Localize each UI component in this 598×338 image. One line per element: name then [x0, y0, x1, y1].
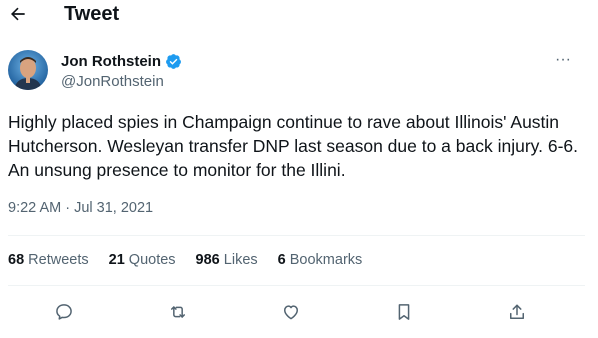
- retweet-button[interactable]: [166, 300, 190, 324]
- reply-button[interactable]: [52, 300, 76, 324]
- more-options-button[interactable]: ···: [551, 50, 575, 70]
- author-name[interactable]: Jon Rothstein: [61, 53, 182, 70]
- more-icon: ···: [555, 51, 571, 68]
- avatar[interactable]: [8, 50, 48, 90]
- back-arrow-icon: [11, 7, 25, 21]
- like-icon: [284, 305, 298, 320]
- page-title: Tweet: [64, 3, 120, 25]
- bookmark-icon: [398, 304, 410, 320]
- stat-quotes[interactable]: 21 Quotes: [109, 252, 176, 268]
- retweet-icon: [171, 306, 185, 318]
- reply-icon: [56, 304, 72, 320]
- stat-label: Quotes: [128, 252, 176, 268]
- share-button[interactable]: [505, 300, 529, 324]
- stat-count: 986: [195, 252, 220, 268]
- tweet-text: Highly placed spies in Champaign continu…: [8, 112, 579, 180]
- top-bar: Tweet: [0, 0, 598, 30]
- verified-badge-icon: [165, 53, 182, 70]
- stat-label: Bookmarks: [289, 252, 363, 268]
- stat-label: Likes: [223, 252, 258, 268]
- share-icon: [510, 304, 524, 319]
- stat-count: 68: [8, 252, 25, 268]
- stat-label: Retweets: [28, 252, 89, 268]
- stat-retweets[interactable]: 68 Retweets: [8, 252, 89, 268]
- divider: [8, 235, 585, 236]
- author-handle[interactable]: @JonRothstein: [61, 73, 164, 90]
- engagement-stats: 68 Retweets 21 Quotes 986 Likes 6 Bookma…: [8, 252, 382, 268]
- stat-count: 21: [108, 252, 125, 268]
- like-button[interactable]: [279, 300, 303, 324]
- stat-bookmarks[interactable]: 6 Bookmarks: [278, 252, 363, 268]
- back-button[interactable]: [6, 2, 30, 26]
- author-name-text: Jon Rothstein: [61, 53, 161, 70]
- tweet-timestamp[interactable]: 9:22 AM · Jul 31, 2021: [8, 200, 153, 216]
- stat-likes[interactable]: 986 Likes: [196, 252, 258, 268]
- divider: [8, 285, 585, 286]
- bookmark-button[interactable]: [392, 300, 416, 324]
- stat-count: 6: [277, 252, 286, 268]
